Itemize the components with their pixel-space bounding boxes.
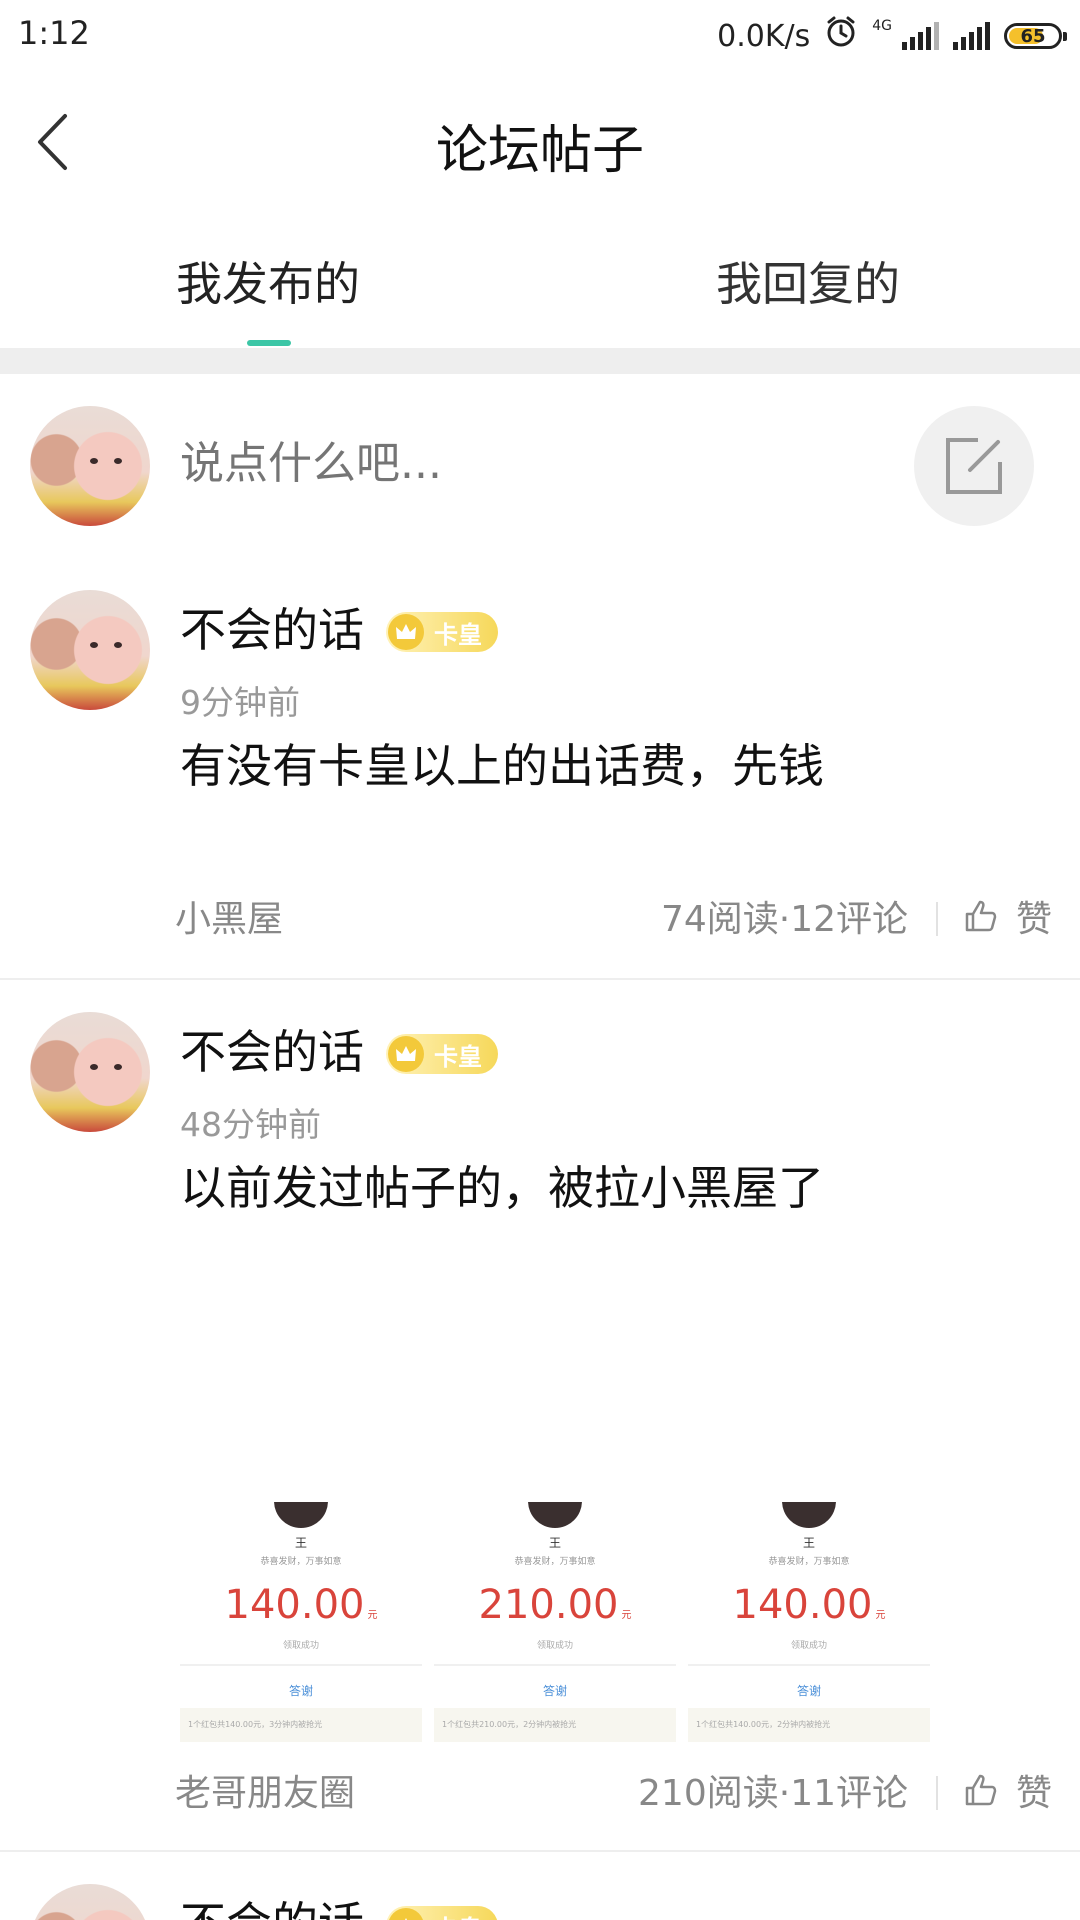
post-item[interactable]: 不会的话 卡皇 48分钟前 以前发过帖子的，被拉小黑屋了 王 恭喜发财，万事如意… <box>0 1012 1080 1852</box>
signal-4g-icon <box>902 22 939 50</box>
signal-icon <box>953 22 990 50</box>
avatar[interactable] <box>30 1012 150 1132</box>
post-item[interactable]: 不会的话 卡皇 9分钟前 有没有卡皇以上的出话费，先钱 小黑屋 74阅读·12评… <box>0 590 1080 980</box>
like-label: 赞 <box>1015 899 1052 940</box>
level-badge: 卡皇 <box>386 1034 498 1074</box>
badge-label: 卡皇 <box>434 1909 482 1920</box>
post-stats: 210阅读·11评论 <box>638 1773 908 1814</box>
thumb-status: 领取成功 <box>536 1641 573 1651</box>
thumb-amount: 140.00 元 <box>732 1582 886 1628</box>
tab-my-replies[interactable]: 我回复的 <box>716 248 900 314</box>
like-label: 赞 <box>1015 1773 1052 1814</box>
post-footer: 老哥朋友圈 210阅读·11评论 赞 <box>0 1764 1080 1824</box>
crown-icon <box>388 614 424 650</box>
tab-my-posts[interactable]: 我发布的 <box>176 248 360 314</box>
thumb-thanks: 答谢 <box>542 1684 567 1698</box>
author-name[interactable]: 不会的话 <box>180 1016 364 1082</box>
network-type: 4G <box>872 18 892 34</box>
thumb-status: 领取成功 <box>282 1641 319 1651</box>
thumb-wish: 恭喜发财，万事如意 <box>514 1557 596 1567</box>
thumb-wish: 恭喜发财，万事如意 <box>260 1557 342 1567</box>
net-speed: 0.0K/s <box>717 18 811 54</box>
thumb-amount: 140.00 元 <box>224 1582 378 1628</box>
thumb-note: 1个红包共140.00元，2分钟内被抢光 <box>688 1708 930 1742</box>
nav-bar: 论坛帖子 <box>0 72 1080 212</box>
thumb-avatar <box>782 1502 836 1528</box>
status-time: 1:12 <box>18 14 90 52</box>
battery-level: 65 <box>1020 25 1046 47</box>
edit-icon <box>946 438 1002 494</box>
post-image[interactable]: 王 恭喜发财，万事如意 140.00 元 领取成功 答谢 1个红包共140.00元… <box>688 1502 930 1742</box>
crown-icon <box>388 1036 424 1072</box>
compose-button[interactable] <box>914 406 1034 526</box>
post-item[interactable]: 不会的话 卡皇 <box>0 1884 1080 1920</box>
alarm-icon <box>824 15 858 57</box>
post-time: 48分钟前 <box>180 1105 321 1144</box>
like-button[interactable]: 赞 <box>964 1764 1052 1816</box>
author-name[interactable]: 不会的话 <box>180 594 364 660</box>
post-image[interactable]: 王 恭喜发财，万事如意 140.00 元 领取成功 答谢 1个红包共140.00元… <box>180 1502 422 1742</box>
thumb-avatar <box>528 1502 582 1528</box>
thumb-thanks: 答谢 <box>288 1684 313 1698</box>
thumbs-up-icon <box>965 900 997 932</box>
active-tab-indicator <box>247 340 291 346</box>
thumb-wish: 恭喜发财，万事如意 <box>768 1557 850 1567</box>
post-time: 9分钟前 <box>180 683 300 722</box>
post-footer: 小黑屋 74阅读·12评论 赞 <box>0 890 1080 950</box>
thumb-thanks: 答谢 <box>796 1684 821 1698</box>
post-content[interactable]: 以前发过帖子的，被拉小黑屋了 <box>180 1152 824 1218</box>
thumb-note: 1个红包共140.00元，3分钟内被抢光 <box>180 1708 422 1742</box>
post-category[interactable]: 小黑屋 <box>175 890 283 942</box>
compose-input[interactable] <box>180 438 740 489</box>
thumb-sender: 王 <box>802 1536 815 1550</box>
thumb-note: 1个红包共210.00元，2分钟内被抢光 <box>434 1708 676 1742</box>
like-button[interactable]: 赞 <box>964 890 1052 942</box>
thumb-amount: 210.00 元 <box>478 1582 632 1628</box>
post-content[interactable]: 有没有卡皇以上的出话费，先钱 <box>180 730 824 796</box>
footer-divider <box>936 1776 938 1810</box>
thumb-sender: 王 <box>294 1536 307 1550</box>
battery-icon: 65 <box>1004 23 1067 49</box>
status-icons: 0.0K/s 4G 65 <box>717 14 1067 58</box>
avatar[interactable] <box>30 1884 150 1920</box>
thumbs-up-icon <box>965 1774 997 1806</box>
avatar[interactable] <box>30 590 150 710</box>
thumb-avatar <box>274 1502 328 1528</box>
post-image[interactable]: 王 恭喜发财，万事如意 210.00 元 领取成功 答谢 1个红包共210.00元… <box>434 1502 676 1742</box>
footer-divider <box>936 902 938 936</box>
tab-bar: 我发布的 我回复的 <box>0 212 1080 348</box>
thumb-sender: 王 <box>548 1536 561 1550</box>
badge-label: 卡皇 <box>434 1042 482 1071</box>
section-divider <box>0 348 1080 374</box>
avatar[interactable] <box>30 406 150 526</box>
level-badge: 卡皇 <box>386 1906 498 1920</box>
badge-label: 卡皇 <box>434 620 482 649</box>
thumb-status: 领取成功 <box>790 1641 827 1651</box>
author-name[interactable]: 不会的话 <box>180 1888 364 1920</box>
compose-row <box>0 374 1080 554</box>
post-stats: 74阅读·12评论 <box>660 899 908 940</box>
level-badge: 卡皇 <box>386 612 498 652</box>
page-title: 论坛帖子 <box>435 121 644 181</box>
crown-icon <box>388 1908 424 1920</box>
status-bar: 1:12 0.0K/s 4G 65 <box>0 0 1080 72</box>
post-divider <box>0 1850 1080 1852</box>
post-category[interactable]: 老哥朋友圈 <box>175 1764 355 1816</box>
post-images: 王 恭喜发财，万事如意 140.00 元 领取成功 答谢 1个红包共140.00元… <box>180 1502 930 1742</box>
post-divider <box>0 978 1080 980</box>
